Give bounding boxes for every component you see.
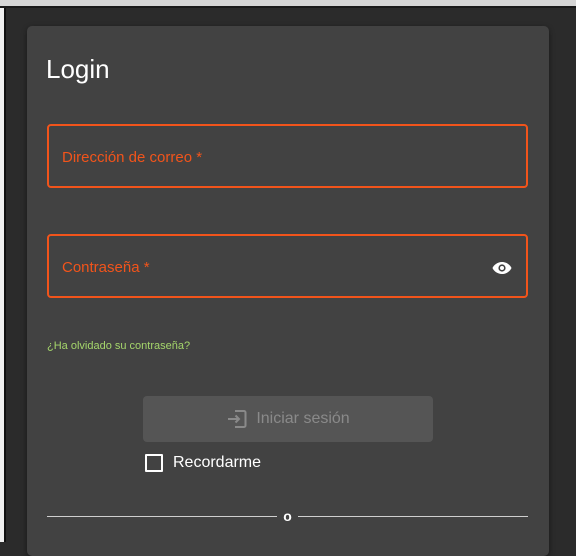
window-left-border [0,8,6,542]
login-button-label: Iniciar sesión [256,410,350,427]
email-field[interactable]: Dirección de correo * [47,124,528,188]
login-card: Login Dirección de correo * Contraseña *… [27,26,549,556]
divider-line-left [47,516,277,517]
remember-me-label: Recordarme [173,454,262,471]
divider-line-right [298,516,528,517]
forgot-password-link[interactable]: ¿Ha olvidado su contraseña? [47,339,190,353]
login-icon [226,408,248,430]
login-button[interactable]: Iniciar sesión [143,396,433,442]
eye-icon[interactable] [492,260,512,276]
checkbox-box[interactable] [145,454,163,472]
or-divider: o [47,506,528,526]
password-field[interactable]: Contraseña * [47,234,528,298]
email-field-label: Dirección de correo * [62,149,203,166]
divider-text: o [283,508,292,524]
page-title: Login [46,54,110,84]
remember-me-checkbox[interactable]: Recordarme [145,453,261,473]
password-field-label: Contraseña * [62,259,150,276]
window-top-bar [0,0,576,8]
